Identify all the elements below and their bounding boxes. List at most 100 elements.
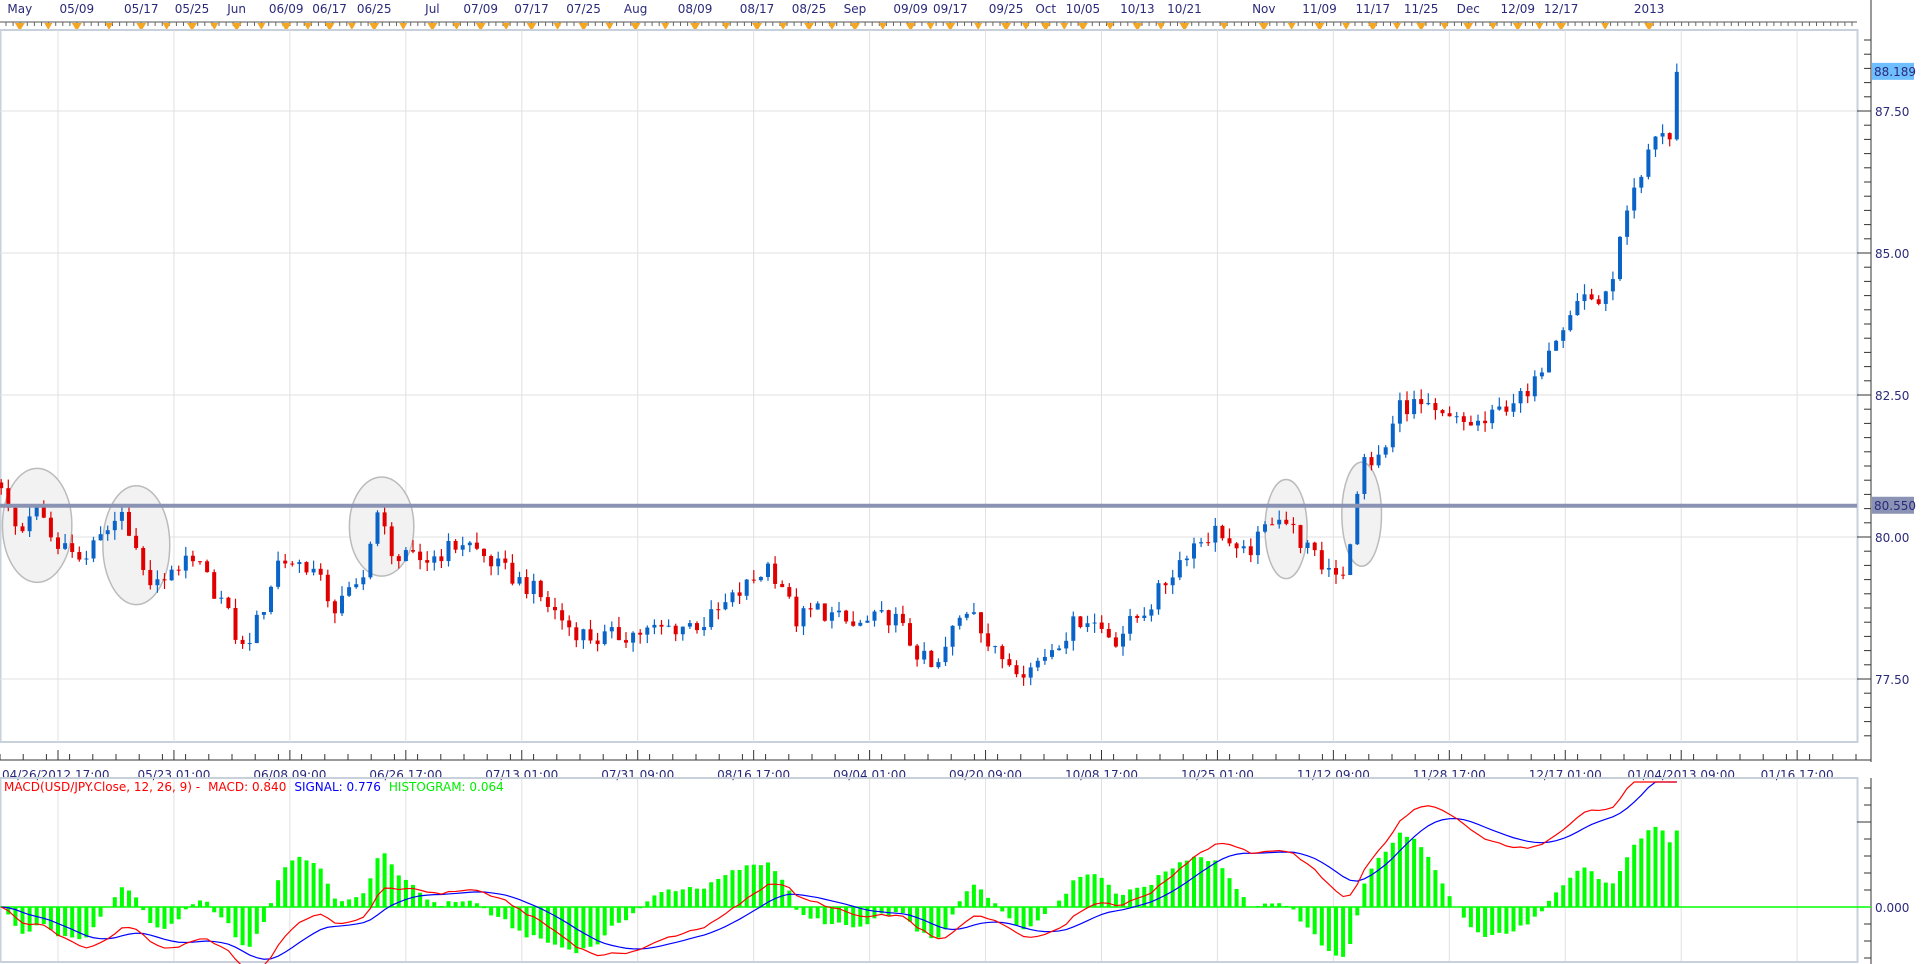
candle-up [1085,623,1090,628]
candle-down [900,613,905,624]
candle-down [1589,294,1594,300]
candle-up [1412,399,1417,415]
candle-down [212,572,217,599]
macd-panel: 0.000 [0,777,1909,964]
annotation-ellipse [348,476,415,577]
candle-up [964,613,969,618]
histogram-bar [1241,897,1246,907]
top-axis-marker [502,23,511,30]
candle-down [1078,616,1083,628]
candle-down [1405,400,1409,415]
candle-up [1639,176,1644,188]
candle-up [1539,372,1544,377]
histogram-bar [340,901,344,907]
histogram-bar [254,907,259,934]
histogram-bar [212,907,217,913]
candle-up [1646,149,1651,177]
date-axis-label: 09/20 09:00 [949,768,1022,782]
candle-down [1106,628,1111,638]
histogram-bar [794,907,799,910]
candle-down [929,650,934,668]
top-axis-marker [1220,23,1229,30]
candle-up [269,586,273,612]
candle-down [567,620,572,628]
top-axis-marker [553,23,562,30]
candle-down [1433,403,1438,411]
histogram-bar [1234,888,1239,907]
histogram-bar [844,907,849,926]
candle-up [581,629,586,641]
histogram-bar [1468,907,1473,928]
top-axis-label: 07/25 [566,2,601,16]
candle-down [1234,543,1239,549]
date-axis-label: 07/31 09:00 [601,768,674,782]
candle-up [1554,340,1559,351]
macd-zero-label: 0.000 [1875,901,1909,915]
top-axis-marker [105,23,114,30]
candle-down [48,517,53,538]
top-axis-label: 06/25 [357,2,392,16]
annotation-ellipse [1341,461,1383,567]
histogram-bar [624,907,628,921]
histogram-bar [1192,856,1196,907]
candle-down [588,629,593,641]
histogram-bar [148,907,153,924]
top-axis-label: 2013 [1634,2,1665,16]
candle-down [822,603,827,621]
candle-down [716,609,721,611]
candle-up [1582,294,1587,302]
histogram-bar [1007,907,1012,919]
candle-down [489,556,494,567]
top-axis-marker [1342,23,1351,30]
candle-down [290,563,295,565]
candle-up [1255,531,1260,556]
histogram-bar [1064,893,1069,907]
histogram-bar [1227,878,1232,907]
histogram-bar [205,901,210,907]
candle-down [524,577,529,594]
candle-down [915,645,920,660]
candle-down [510,562,515,584]
candle-down [56,537,60,549]
candle-up [766,563,770,577]
histogram-bar [98,907,103,917]
histogram-bar [290,860,295,907]
candle-up [1277,519,1282,525]
candle-up [1348,544,1353,576]
candle-up [1142,615,1147,618]
candle-down [148,569,153,586]
candle-up [1476,420,1480,426]
candle-down [1468,421,1473,426]
histogram-bar [631,907,636,914]
candle-up [219,597,224,599]
candle-up [702,627,707,631]
histogram-bar [737,869,742,907]
top-axis-marker [257,23,266,30]
histogram-bar [560,907,565,948]
top-axis-label: 05/17 [124,2,159,16]
top-axis-marker [1440,23,1449,30]
top-axis-label: 10/13 [1120,2,1155,16]
candle-up [1390,423,1395,448]
histogram-bar [1284,905,1289,907]
candle-down [1206,542,1211,544]
top-axis-label: Jun [226,2,246,16]
candle-up [1184,558,1189,561]
top-axis-marker [827,23,836,30]
histogram-bar [1362,883,1367,907]
top-axis-marker [1106,23,1115,30]
candle-up [801,608,806,627]
candle-down [1220,525,1225,539]
candle-up [858,622,863,626]
histogram-bar [361,893,366,907]
histogram-bar [375,858,380,907]
histogram-bar [979,889,983,907]
top-axis-label: 09/25 [989,2,1024,16]
histogram-bar [687,887,692,907]
chart-canvas[interactable]: May 05/09 05/17 05/25 Jun 06/09 06/17 06/25 Jul 0… [0,0,1928,964]
candle-up [957,617,962,626]
macd-legend: MACD(USD/JPY.Close, 12, 26, 9) - MACD: 0.… [4,780,512,794]
histogram-bar [1596,879,1601,907]
candle-down [382,512,387,527]
top-axis-marker [974,23,983,30]
